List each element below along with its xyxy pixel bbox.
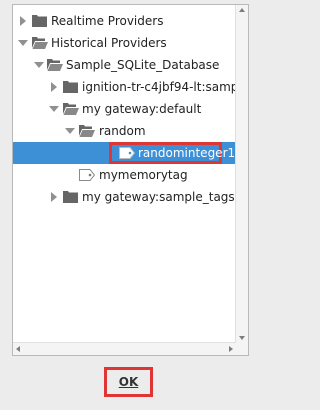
tree-item-label: my gateway:default	[82, 102, 202, 116]
folder-open-icon	[32, 36, 48, 52]
tag-icon	[79, 169, 96, 184]
folder-open-icon	[47, 58, 63, 74]
tree-item-sample-sqlite-database[interactable]: Sample_SQLite_Database	[13, 54, 236, 76]
folder-icon	[63, 190, 78, 206]
tree-item-label: randominteger1	[138, 146, 236, 160]
tree-item-historical-providers[interactable]: Historical Providers	[13, 32, 236, 54]
tree-rows: Realtime Providers Historical Providers …	[13, 10, 248, 208]
horizontal-scrollbar[interactable]	[13, 342, 236, 355]
tree-item-label: mymemorytag	[99, 168, 188, 182]
collapse-arrow-icon[interactable]	[65, 128, 75, 134]
tree-item-label: ignition-tr-c4jbf94-lt:sample_tags	[82, 80, 248, 94]
expand-arrow-icon[interactable]	[51, 192, 57, 202]
tree-item-random[interactable]: random	[13, 120, 236, 142]
ok-button[interactable]: OK	[104, 367, 153, 397]
folder-icon	[63, 80, 78, 96]
tree-item-label: my gateway:sample_tags	[82, 190, 235, 204]
folder-open-icon	[79, 124, 95, 140]
scroll-left-icon[interactable]	[16, 346, 20, 352]
scroll-down-icon[interactable]	[239, 336, 245, 340]
tree-item-label: Historical Providers	[51, 36, 167, 50]
folder-open-icon	[63, 102, 79, 118]
tree-item-realtime-providers[interactable]: Realtime Providers	[13, 10, 236, 32]
expand-arrow-icon[interactable]	[20, 16, 26, 26]
expand-arrow-icon[interactable]	[51, 82, 57, 92]
tree-item-my-gateway-sample-tags[interactable]: my gateway:sample_tags	[13, 186, 236, 208]
scrollbar-corner	[236, 343, 248, 355]
folder-icon	[32, 14, 47, 30]
collapse-arrow-icon[interactable]	[18, 40, 28, 46]
collapse-arrow-icon[interactable]	[49, 106, 59, 112]
vertical-scrollbar[interactable]	[235, 5, 248, 343]
tree-item-randominteger1[interactable]: randominteger1	[13, 142, 236, 164]
collapse-arrow-icon[interactable]	[34, 62, 44, 68]
scroll-right-icon[interactable]	[229, 346, 233, 352]
tree-item-my-gateway-default[interactable]: my gateway:default	[13, 98, 236, 120]
tag-icon	[119, 147, 136, 162]
tree-item-ignition-sample-tags[interactable]: ignition-tr-c4jbf94-lt:sample_tags	[13, 76, 248, 98]
tag-browser-tree[interactable]: Realtime Providers Historical Providers …	[12, 4, 249, 356]
tree-item-label: random	[99, 124, 146, 138]
tree-item-label: Realtime Providers	[51, 14, 164, 28]
scroll-up-icon[interactable]	[239, 8, 245, 12]
tree-item-label: Sample_SQLite_Database	[66, 58, 220, 72]
tree-item-mymemorytag[interactable]: mymemorytag	[13, 164, 236, 186]
